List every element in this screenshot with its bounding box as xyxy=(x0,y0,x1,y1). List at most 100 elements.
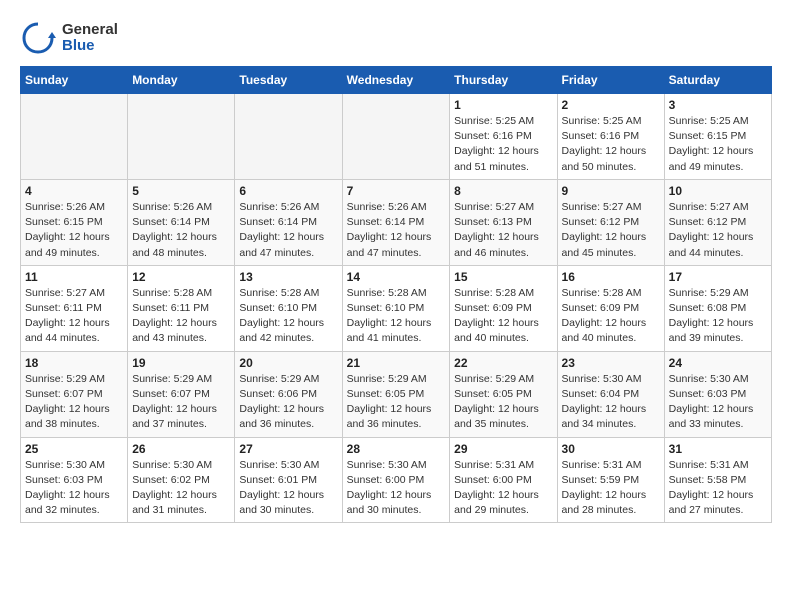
calendar-cell: 31Sunrise: 5:31 AM Sunset: 5:58 PM Dayli… xyxy=(664,437,771,523)
calendar-cell: 2 Sunrise: 5:25 AM Sunset: 6:16 PM Daylig… xyxy=(557,94,664,180)
calendar-cell: 30Sunrise: 5:31 AM Sunset: 5:59 PM Dayli… xyxy=(557,437,664,523)
calendar-cell: 22 Sunrise: 5:29 AM Sunset: 6:05 PM Dayli… xyxy=(450,351,557,437)
day-number: 28 xyxy=(347,442,446,456)
day-info: Sunrise: 5:28 AM Sunset: 6:09 PM Dayligh… xyxy=(454,286,552,347)
day-info: Sunrise: 5:27 AM Sunset: 6:13 PM Dayligh… xyxy=(454,200,552,261)
calendar-cell: 5 Sunrise: 5:26 AM Sunset: 6:14 PM Daylig… xyxy=(128,179,235,265)
calendar-cell: 14Sunrise: 5:28 AM Sunset: 6:10 PM Dayli… xyxy=(342,265,450,351)
day-number: 16 xyxy=(562,270,660,284)
day-info: Sunrise: 5:29 AM Sunset: 6:07 PM Dayligh… xyxy=(132,372,230,433)
day-number: 31 xyxy=(669,442,767,456)
day-number: 22 xyxy=(454,356,552,370)
calendar-header-row: SundayMondayTuesdayWednesdayThursdayFrid… xyxy=(21,67,772,94)
day-info: Sunrise: 5:30 AM Sunset: 6:04 PM Dayligh… xyxy=(562,372,660,433)
day-number: 20 xyxy=(239,356,337,370)
day-info: Sunrise: 5:26 AM Sunset: 6:14 PM Dayligh… xyxy=(239,200,337,261)
day-info: Sunrise: 5:30 AM Sunset: 6:01 PM Dayligh… xyxy=(239,458,337,519)
calendar-cell xyxy=(21,94,128,180)
calendar-cell: 12 Sunrise: 5:28 AM Sunset: 6:11 PM Dayli… xyxy=(128,265,235,351)
calendar-cell: 6Sunrise: 5:26 AM Sunset: 6:14 PM Daylig… xyxy=(235,179,342,265)
day-number: 5 xyxy=(132,184,230,198)
calendar-cell: 18Sunrise: 5:29 AM Sunset: 6:07 PM Dayli… xyxy=(21,351,128,437)
day-info: Sunrise: 5:29 AM Sunset: 6:05 PM Dayligh… xyxy=(454,372,552,433)
day-info: Sunrise: 5:27 AM Sunset: 6:12 PM Dayligh… xyxy=(562,200,660,261)
calendar-cell: 9 Sunrise: 5:27 AM Sunset: 6:12 PM Daylig… xyxy=(557,179,664,265)
day-number: 23 xyxy=(562,356,660,370)
calendar-cell: 23 Sunrise: 5:30 AM Sunset: 6:04 PM Dayli… xyxy=(557,351,664,437)
calendar-cell: 8Sunrise: 5:27 AM Sunset: 6:13 PM Daylig… xyxy=(450,179,557,265)
header-day-monday: Monday xyxy=(128,67,235,94)
day-info: Sunrise: 5:26 AM Sunset: 6:14 PM Dayligh… xyxy=(132,200,230,261)
header-day-saturday: Saturday xyxy=(664,67,771,94)
day-number: 26 xyxy=(132,442,230,456)
calendar-cell: 10 Sunrise: 5:27 AM Sunset: 6:12 PM Dayli… xyxy=(664,179,771,265)
logo-general: General xyxy=(62,22,118,39)
calendar-cell: 13 Sunrise: 5:28 AM Sunset: 6:10 PM Dayli… xyxy=(235,265,342,351)
day-number: 27 xyxy=(239,442,337,456)
day-number: 30 xyxy=(562,442,660,456)
day-number: 7 xyxy=(347,184,446,198)
logo-blue: Blue xyxy=(62,38,118,55)
calendar-cell: 24 Sunrise: 5:30 AM Sunset: 6:03 PM Dayli… xyxy=(664,351,771,437)
day-number: 25 xyxy=(25,442,123,456)
day-number: 11 xyxy=(25,270,123,284)
day-number: 1 xyxy=(454,98,552,112)
calendar-week-row: 25 Sunrise: 5:30 AM Sunset: 6:03 PM Dayli… xyxy=(21,437,772,523)
logo-text: General Blue xyxy=(62,22,118,55)
calendar-cell xyxy=(128,94,235,180)
header-day-tuesday: Tuesday xyxy=(235,67,342,94)
day-info: Sunrise: 5:27 AM Sunset: 6:11 PM Dayligh… xyxy=(25,286,123,347)
day-number: 3 xyxy=(669,98,767,112)
day-number: 19 xyxy=(132,356,230,370)
day-info: Sunrise: 5:25 AM Sunset: 6:16 PM Dayligh… xyxy=(562,114,660,175)
day-info: Sunrise: 5:29 AM Sunset: 6:08 PM Dayligh… xyxy=(669,286,767,347)
calendar-cell: 26 Sunrise: 5:30 AM Sunset: 6:02 PM Dayli… xyxy=(128,437,235,523)
day-number: 2 xyxy=(562,98,660,112)
day-info: Sunrise: 5:30 AM Sunset: 6:03 PM Dayligh… xyxy=(25,458,123,519)
calendar-cell: 21Sunrise: 5:29 AM Sunset: 6:05 PM Dayli… xyxy=(342,351,450,437)
day-number: 9 xyxy=(562,184,660,198)
calendar-cell xyxy=(235,94,342,180)
calendar-table: SundayMondayTuesdayWednesdayThursdayFrid… xyxy=(20,66,772,523)
day-number: 15 xyxy=(454,270,552,284)
day-info: Sunrise: 5:26 AM Sunset: 6:14 PM Dayligh… xyxy=(347,200,446,261)
header-day-friday: Friday xyxy=(557,67,664,94)
day-info: Sunrise: 5:25 AM Sunset: 6:16 PM Dayligh… xyxy=(454,114,552,175)
day-number: 13 xyxy=(239,270,337,284)
day-info: Sunrise: 5:30 AM Sunset: 6:00 PM Dayligh… xyxy=(347,458,446,519)
page-header: General Blue xyxy=(20,20,772,56)
header-day-thursday: Thursday xyxy=(450,67,557,94)
calendar-cell: 15 Sunrise: 5:28 AM Sunset: 6:09 PM Dayli… xyxy=(450,265,557,351)
day-number: 14 xyxy=(347,270,446,284)
calendar-cell: 28 Sunrise: 5:30 AM Sunset: 6:00 PM Dayli… xyxy=(342,437,450,523)
calendar-cell: 1 Sunrise: 5:25 AM Sunset: 6:16 PM Daylig… xyxy=(450,94,557,180)
day-number: 10 xyxy=(669,184,767,198)
calendar-cell: 27 Sunrise: 5:30 AM Sunset: 6:01 PM Dayli… xyxy=(235,437,342,523)
day-info: Sunrise: 5:30 AM Sunset: 6:02 PM Dayligh… xyxy=(132,458,230,519)
day-info: Sunrise: 5:29 AM Sunset: 6:06 PM Dayligh… xyxy=(239,372,337,433)
calendar-cell: 7 Sunrise: 5:26 AM Sunset: 6:14 PM Daylig… xyxy=(342,179,450,265)
calendar-cell: 25 Sunrise: 5:30 AM Sunset: 6:03 PM Dayli… xyxy=(21,437,128,523)
calendar-week-row: 4 Sunrise: 5:26 AM Sunset: 6:15 PM Daylig… xyxy=(21,179,772,265)
day-info: Sunrise: 5:26 AM Sunset: 6:15 PM Dayligh… xyxy=(25,200,123,261)
day-info: Sunrise: 5:25 AM Sunset: 6:15 PM Dayligh… xyxy=(669,114,767,175)
calendar-week-row: 1 Sunrise: 5:25 AM Sunset: 6:16 PM Daylig… xyxy=(21,94,772,180)
day-info: Sunrise: 5:27 AM Sunset: 6:12 PM Dayligh… xyxy=(669,200,767,261)
calendar-cell: 4 Sunrise: 5:26 AM Sunset: 6:15 PM Daylig… xyxy=(21,179,128,265)
header-day-sunday: Sunday xyxy=(21,67,128,94)
day-info: Sunrise: 5:28 AM Sunset: 6:09 PM Dayligh… xyxy=(562,286,660,347)
header-day-wednesday: Wednesday xyxy=(342,67,450,94)
day-info: Sunrise: 5:29 AM Sunset: 6:07 PM Dayligh… xyxy=(25,372,123,433)
calendar-cell xyxy=(342,94,450,180)
day-number: 4 xyxy=(25,184,123,198)
logo: General Blue xyxy=(20,20,118,56)
calendar-cell: 29Sunrise: 5:31 AM Sunset: 6:00 PM Dayli… xyxy=(450,437,557,523)
day-number: 12 xyxy=(132,270,230,284)
day-info: Sunrise: 5:30 AM Sunset: 6:03 PM Dayligh… xyxy=(669,372,767,433)
day-number: 17 xyxy=(669,270,767,284)
day-info: Sunrise: 5:28 AM Sunset: 6:11 PM Dayligh… xyxy=(132,286,230,347)
day-info: Sunrise: 5:28 AM Sunset: 6:10 PM Dayligh… xyxy=(239,286,337,347)
calendar-cell: 11 Sunrise: 5:27 AM Sunset: 6:11 PM Dayli… xyxy=(21,265,128,351)
day-number: 24 xyxy=(669,356,767,370)
calendar-cell: 19 Sunrise: 5:29 AM Sunset: 6:07 PM Dayli… xyxy=(128,351,235,437)
